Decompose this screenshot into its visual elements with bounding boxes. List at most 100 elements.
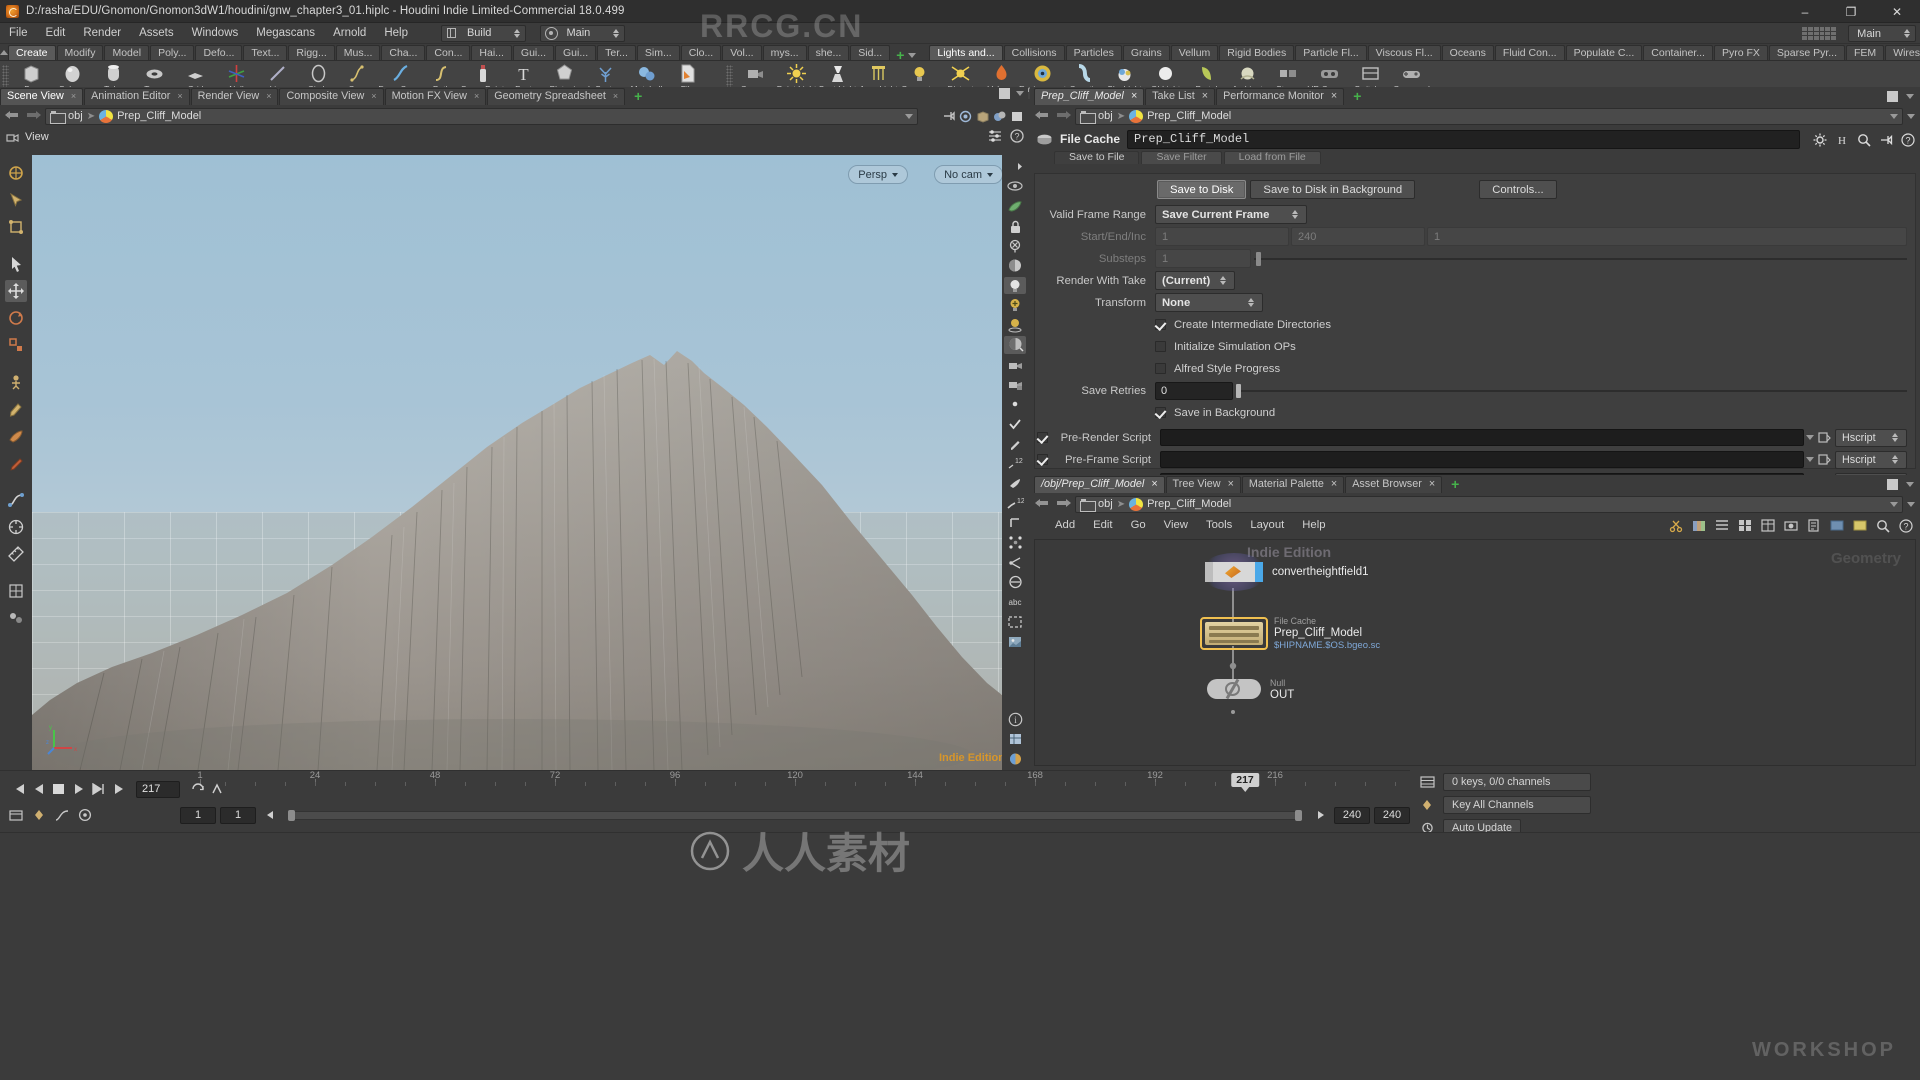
menu-megascans[interactable]: Megascans (247, 23, 324, 44)
shelf-tab-right-5[interactable]: Rigid Bodies (1219, 45, 1295, 60)
node-prep-cliff-model[interactable]: File Cache Prep_Cliff_Model $HIPNAME.$OS… (1200, 616, 1380, 651)
network-menu-layout[interactable]: Layout (1241, 515, 1293, 535)
sticky-note-icon[interactable] (1853, 519, 1867, 532)
step-back-button[interactable] (30, 781, 47, 797)
script-field-1[interactable] (1160, 451, 1804, 468)
channel-list-icon[interactable] (1418, 773, 1437, 790)
null-node-body[interactable] (1207, 676, 1261, 702)
menu-file[interactable]: File (0, 23, 37, 44)
nav-forward-icon[interactable] (1055, 497, 1071, 511)
nav-forward-icon[interactable] (1055, 109, 1071, 123)
close-button[interactable]: ✕ (1874, 0, 1920, 23)
playbar-settings-icon[interactable] (6, 807, 25, 824)
range-handle-right[interactable] (1295, 809, 1302, 821)
close-icon[interactable]: × (177, 88, 182, 105)
stepper-icon[interactable] (1217, 276, 1228, 285)
stepper-icon[interactable] (1245, 298, 1256, 307)
script-language-select-1[interactable]: Hscript (1835, 450, 1907, 469)
range-handle-left[interactable] (288, 809, 295, 821)
menu-edit[interactable]: Edit (37, 23, 75, 44)
path-extra-chevron-icon[interactable] (1907, 113, 1915, 119)
shelf-tab-right-10[interactable]: Populate C... (1565, 45, 1643, 60)
play-button[interactable] (70, 781, 87, 797)
rotate-tool-icon[interactable] (5, 307, 27, 329)
create-intermediate-directories-checkbox[interactable] (1155, 319, 1166, 330)
group-tool-icon[interactable] (5, 607, 27, 629)
save-to-disk-background-button[interactable]: Save to Disk in Background (1250, 180, 1416, 199)
stepper-icon[interactable] (1289, 210, 1300, 219)
ghost-display-icon[interactable] (1004, 178, 1026, 196)
place-light-icon[interactable] (1004, 316, 1026, 334)
nav-back-icon[interactable] (5, 109, 21, 123)
curve-mode-icon[interactable] (52, 807, 71, 824)
range-right-handle-icon[interactable] (1311, 807, 1330, 824)
menu-render[interactable]: Render (74, 23, 130, 44)
pin-parameters-icon[interactable] (1879, 133, 1893, 146)
nav-back-icon[interactable] (1035, 497, 1051, 511)
range-start-field-2[interactable]: 1 (220, 806, 256, 824)
shelf-tab-6[interactable]: Rigg... (288, 45, 335, 60)
convertheightfield-node-body[interactable] (1200, 553, 1268, 591)
script-enable-checkbox-0[interactable] (1037, 432, 1048, 443)
pivot-icon[interactable] (1004, 395, 1026, 413)
measure-tool-icon[interactable] (5, 543, 27, 565)
stats-icon[interactable] (1004, 730, 1026, 748)
param-tab-2[interactable]: Performance Monitor × (1216, 87, 1345, 105)
pose-tool-icon[interactable] (5, 371, 27, 393)
save-in-background-checkbox[interactable] (1155, 407, 1166, 418)
network-menu-view[interactable]: View (1155, 515, 1197, 535)
help-icon[interactable]: ? (1901, 132, 1915, 147)
disable-selection-icon[interactable] (1004, 237, 1026, 255)
color-settings-icon[interactable] (1004, 750, 1026, 768)
script-edit-icon-0[interactable] (1818, 431, 1831, 444)
flat-shade-icon[interactable] (1010, 110, 1023, 123)
scene-tab-geometry-spreadsheet[interactable]: Geometry Spreadsheet × (487, 87, 626, 105)
display-toggle-arrow-icon[interactable] (1004, 158, 1026, 176)
step-forward-button[interactable] (90, 781, 107, 797)
shelf-tab-right-7[interactable]: Viscous Fl... (1367, 45, 1441, 60)
shelf-tab-12[interactable]: Gui... (555, 45, 597, 60)
close-icon[interactable]: × (1429, 476, 1435, 493)
node-convertheightfield1[interactable]: convertheightfield1 (1200, 553, 1369, 591)
realtime-button[interactable] (209, 781, 226, 797)
material-display-icon[interactable] (993, 110, 1006, 123)
nav-back-icon[interactable] (1035, 109, 1051, 123)
close-icon[interactable]: × (1202, 88, 1208, 105)
camera-create-icon[interactable] (1004, 356, 1026, 374)
close-icon[interactable]: × (1331, 88, 1337, 105)
path-dropdown-icon[interactable] (1890, 113, 1898, 119)
key-all-channels-button[interactable]: Key All Channels (1443, 795, 1591, 814)
help-icon[interactable]: ? (1010, 129, 1024, 143)
cut-icon[interactable] (1669, 519, 1683, 532)
scene-tab-render-view[interactable]: Render View × (190, 87, 279, 105)
loop-button[interactable] (189, 781, 206, 797)
range-end-field[interactable]: 240 (1334, 806, 1370, 824)
target-icon[interactable] (959, 110, 972, 123)
shelf-tab-right-12[interactable]: Pyro FX (1713, 45, 1768, 60)
build-stepper-icon[interactable] (511, 28, 522, 38)
uv-tool-icon[interactable] (5, 580, 27, 602)
nav-forward-icon[interactable] (25, 109, 41, 123)
shelf-tab-16[interactable]: Vol... (722, 45, 762, 60)
shelf-tab-11[interactable]: Gui... (512, 45, 555, 60)
shelf-tab-14[interactable]: Sim... (636, 45, 680, 60)
script-enable-checkbox-1[interactable] (1037, 454, 1048, 465)
target-frame-icon[interactable] (75, 807, 94, 824)
network-menu-help[interactable]: Help (1293, 515, 1334, 535)
shelf-tab-3[interactable]: Poly... (150, 45, 195, 60)
viewport-camera-selector[interactable]: No cam (934, 165, 1003, 184)
curve-edit-icon[interactable] (5, 489, 27, 511)
network-box-icon[interactable] (1830, 519, 1844, 532)
display-options-icon[interactable] (988, 129, 1001, 142)
snap-tool-icon[interactable] (5, 516, 27, 538)
pane-menu-chevron-icon[interactable] (1016, 91, 1024, 96)
shelf-tab-right-0[interactable]: Lights and... (929, 45, 1003, 60)
close-icon[interactable]: × (1131, 88, 1137, 105)
shelf-tab-8[interactable]: Cha... (381, 45, 426, 60)
close-icon[interactable]: × (71, 88, 76, 105)
corner-icon[interactable] (1004, 514, 1026, 532)
shelf-tab-right-2[interactable]: Particles (1065, 45, 1122, 60)
script-language-select-0[interactable]: Hscript (1835, 428, 1907, 447)
shelf-tab-19[interactable]: Sid... (850, 45, 891, 60)
environment-light-icon[interactable] (1004, 336, 1026, 354)
